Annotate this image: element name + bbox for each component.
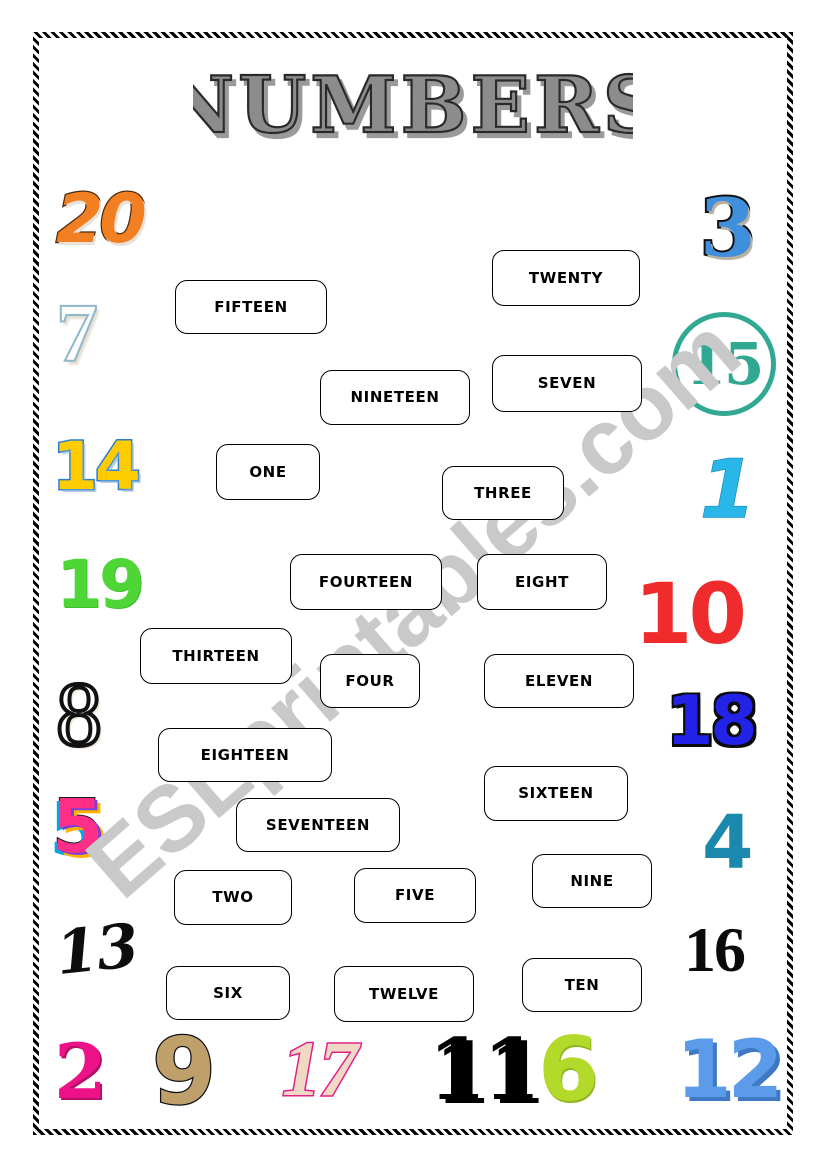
number-graphic-15-label: 15 (685, 330, 765, 398)
word-card-label: EIGHT (515, 572, 569, 591)
word-card-fourteen[interactable]: FOURTEEN (290, 554, 442, 610)
word-card-label: FOUR (345, 671, 395, 690)
number-graphic-11: 11 (428, 1020, 541, 1119)
word-card-five[interactable]: FIVE (354, 868, 476, 923)
word-card-nineteen[interactable]: NINETEEN (320, 370, 470, 425)
number-graphic-3: 3 (698, 181, 758, 275)
worksheet-page: NUMBERS ESLprintables.com 20 7 14 19 8 5… (0, 0, 826, 1169)
word-card-label: SIXTEEN (518, 784, 594, 802)
word-card-label: NINETEEN (350, 388, 440, 406)
word-card-seventeen[interactable]: SEVENTEEN (236, 798, 400, 852)
word-card-label: TWELVE (369, 984, 439, 1003)
word-card-one[interactable]: ONE (216, 444, 320, 500)
word-card-three[interactable]: THREE (442, 466, 564, 520)
number-graphic-14: 14 (51, 428, 143, 505)
number-graphic-12: 12 (676, 1023, 783, 1116)
word-card-label: SIX (213, 983, 243, 1002)
word-card-label: FIFTEEN (214, 297, 288, 316)
number-graphic-5: 5 (51, 784, 104, 870)
number-graphic-17: 17 (281, 1025, 360, 1112)
word-card-label: TWENTY (528, 268, 604, 287)
number-graphic-20: 20 (55, 180, 148, 259)
word-card-label: FIVE (394, 886, 436, 904)
number-graphic-10: 10 (634, 565, 747, 663)
word-card-label: SEVENTEEN (265, 815, 371, 834)
number-graphic-8: 8 (54, 663, 104, 765)
title-artwork: NUMBERS (193, 59, 633, 152)
word-card-two[interactable]: TWO (174, 870, 292, 925)
word-card-label: EIGHTEEN (200, 745, 290, 764)
number-graphic-7: 7 (55, 287, 99, 380)
word-card-label: SEVEN (537, 374, 597, 392)
number-graphic-9: 9 (151, 1018, 218, 1125)
word-card-eight[interactable]: EIGHT (477, 554, 607, 610)
word-card-eighteen[interactable]: EIGHTEEN (158, 728, 332, 782)
word-card-sixteen[interactable]: SIXTEEN (484, 766, 628, 821)
number-graphic-2: 2 (54, 1027, 107, 1116)
word-card-label: ONE (249, 462, 287, 481)
number-graphic-18: 18 (665, 682, 760, 761)
number-graphic-19: 19 (56, 546, 145, 623)
word-card-label: TEN (564, 975, 600, 994)
word-card-ten[interactable]: TEN (522, 958, 642, 1012)
number-graphic-6: 6 (538, 1018, 600, 1121)
number-graphic-15: 15 (672, 312, 776, 416)
title-label: NUMBERS (193, 60, 633, 151)
page-title: NUMBERS (0, 52, 826, 162)
word-card-label: ELEVEN (524, 671, 594, 690)
word-card-label: NINE (570, 871, 614, 890)
word-card-eleven[interactable]: ELEVEN (484, 654, 634, 708)
word-card-six[interactable]: SIX (166, 966, 290, 1020)
number-graphic-4: 4 (702, 800, 754, 886)
number-graphic-16: 16 (684, 914, 746, 985)
word-card-label: THREE (474, 483, 532, 502)
number-graphic-1: 1 (699, 443, 756, 536)
word-card-twelve[interactable]: TWELVE (334, 966, 474, 1022)
word-card-label: TWO (212, 888, 254, 906)
word-card-thirteen[interactable]: THIRTEEN (140, 628, 292, 684)
word-card-label: THIRTEEN (172, 646, 260, 665)
number-graphic-13: 13 (52, 910, 141, 990)
word-card-nine[interactable]: NINE (532, 854, 652, 908)
word-card-twenty[interactable]: TWENTY (492, 250, 640, 306)
word-card-seven[interactable]: SEVEN (492, 355, 642, 412)
word-card-fifteen[interactable]: FIFTEEN (175, 280, 327, 334)
word-card-four[interactable]: FOUR (320, 654, 420, 708)
word-card-label: FOURTEEN (318, 572, 414, 591)
